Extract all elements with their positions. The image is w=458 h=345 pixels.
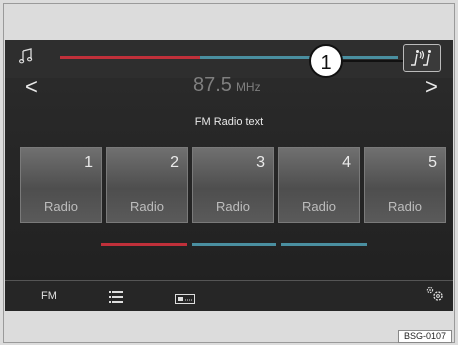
band-button[interactable]: FM [41,290,57,302]
frequency-display: 87.5 MHz [193,74,293,97]
list-icon[interactable] [109,290,123,308]
preset-button-5[interactable]: 5 Radio [364,147,446,223]
preset-label: Radio [130,199,164,214]
preset-label: Radio [388,199,422,214]
preset-button-1[interactable]: 1 Radio [20,147,102,223]
preset-number: 5 [428,154,437,171]
seat-sound-button[interactable] [403,44,441,72]
preset-button-4[interactable]: 4 Radio [278,147,360,223]
frequency-unit: MHz [235,80,261,94]
preset-label: Radio [44,199,78,214]
radio-text: FM Radio text [194,116,264,128]
preset-list: 1 Radio 2 Radio 3 Radio 4 Radio 5 Radio [20,147,453,223]
settings-gears-icon[interactable] [425,285,445,308]
preset-button-3[interactable]: 3 Radio [192,147,274,223]
bottom-menu-bar: FM [5,280,453,311]
balance-indicator-rear [200,56,398,59]
radio-screen: 1 < 87.5 MHz > FM Radio text 1 Radio 2 Ra… [5,40,453,311]
preset-number: 4 [342,154,351,171]
figure-code: BSG-0107 [398,330,452,343]
preset-label: Radio [216,199,250,214]
seat-sound-icon [411,50,431,66]
preset-number: 3 [256,154,265,171]
preset-page-indicator [192,243,276,246]
chevron-right-icon[interactable]: > [425,76,438,98]
preset-number: 1 [84,154,93,171]
preset-button-2[interactable]: 2 Radio [106,147,188,223]
callout-marker: 1 [309,44,343,78]
preset-page-indicator [281,243,367,246]
preset-label: Radio [302,199,336,214]
sound-balance-bar [5,40,453,78]
chevron-left-icon[interactable]: < [25,76,38,98]
balance-indicator-front [60,56,200,59]
preset-number: 2 [170,154,179,171]
music-note-icon[interactable] [18,48,33,64]
preset-page-indicator-active [101,243,187,246]
traffic-ticker-icon[interactable] [175,291,195,309]
callout-leader-line [343,60,403,62]
frequency-value: 87.5 [193,74,232,96]
